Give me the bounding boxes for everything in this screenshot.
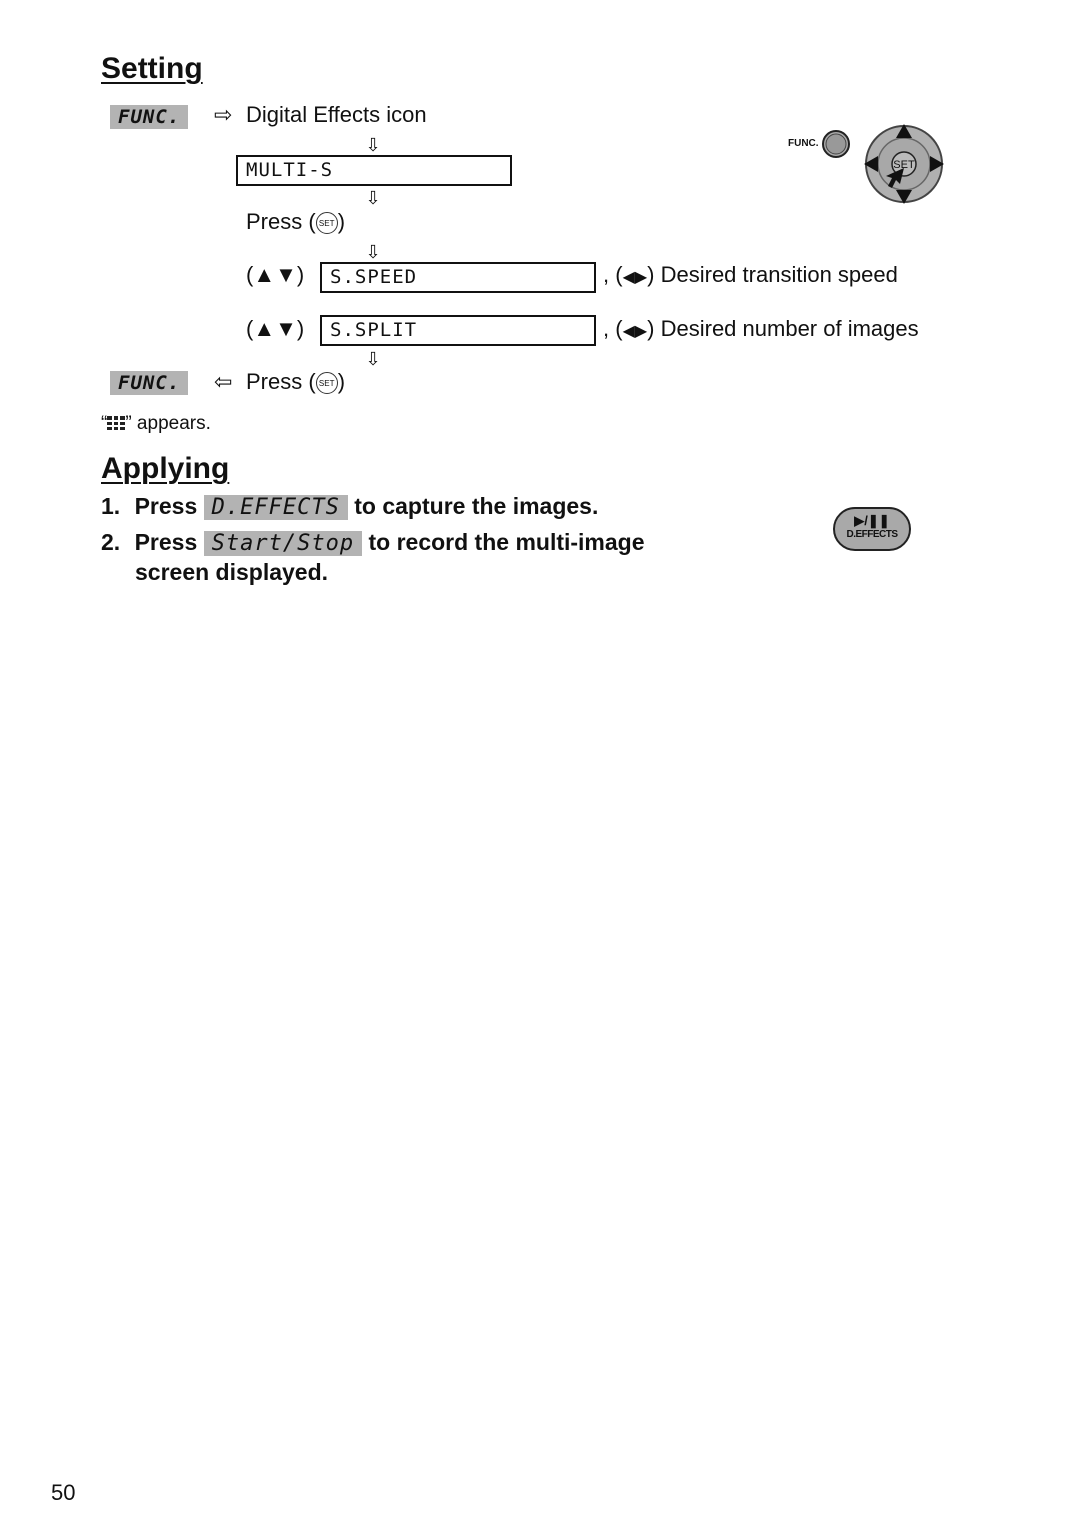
down-arrow-icon: ⇩ [365, 349, 381, 369]
menu-s-split: S.SPLIT [320, 315, 596, 346]
d-effects-key-badge: D.EFFECTS [203, 495, 348, 520]
func-button-label: FUNC. [788, 138, 819, 149]
right-arrow-icon: ⇨ [214, 102, 233, 127]
down-arrow-icon: ⇩ [365, 188, 381, 208]
speed-instruction: , (◀▶) Desired transition speed [603, 262, 898, 291]
appears-text: ” appears. [125, 413, 211, 434]
press-label: Press ( [246, 369, 316, 394]
set-button-icon: SET [315, 212, 338, 235]
joystick-icon: SET [864, 124, 944, 204]
comma-paren: , ( [603, 262, 623, 287]
func-key-badge: FUNC. [110, 105, 189, 129]
down-arrow-icon: ⇩ [365, 242, 381, 262]
appears-note: “” appears. [101, 413, 211, 435]
step-text: to record the multi-image [368, 529, 645, 555]
up-down-icon: (▲▼) [246, 316, 305, 341]
step-number: 2. [101, 529, 121, 555]
speed-desc: ) Desired transition speed [647, 262, 898, 287]
start-stop-key-badge: Start/Stop [203, 531, 363, 556]
page-number: 50 [51, 1480, 76, 1505]
step-press: Press [134, 529, 198, 555]
up-down-icon: (▲▼) [246, 262, 305, 287]
play-pause-icon: ▶/❚❚ [854, 513, 890, 528]
press-set-step: Press (SET) [246, 209, 345, 235]
d-effects-button-label: D.EFFECTS [846, 529, 898, 540]
func-button-icon [822, 130, 850, 158]
applying-heading: Applying [101, 452, 230, 485]
applying-step-2: 2. Press Start/Stop to record the multi-… [101, 527, 645, 559]
step-number: 1. [101, 493, 121, 519]
func-key-badge: FUNC. [110, 371, 189, 395]
left-right-icon: ◀▶ [622, 269, 648, 286]
press-label: Press ( [246, 209, 316, 234]
joystick-set-label: SET [893, 159, 915, 171]
multi-image-grid-icon [107, 416, 126, 430]
split-desc: ) Desired number of images [647, 316, 919, 341]
down-arrow-icon: ⇩ [365, 135, 381, 155]
left-arrow-icon: ⇦ [214, 369, 233, 394]
applying-step-1: 1. Press D.EFFECTS to capture the images… [101, 491, 598, 523]
split-instruction: , (◀▶) Desired number of images [603, 316, 919, 345]
applying-step-2-cont: screen displayed. [135, 559, 329, 585]
step-press: Press [134, 493, 198, 519]
setting-heading: Setting [101, 52, 203, 85]
press-close: ) [337, 369, 346, 394]
digital-effects-step-text: Digital Effects icon [246, 102, 427, 127]
step-text: to capture the images. [354, 493, 599, 519]
left-right-icon: ◀▶ [622, 323, 648, 340]
menu-s-speed: S.SPEED [320, 262, 596, 293]
d-effects-button-icon: ▶/❚❚ D.EFFECTS [833, 507, 911, 551]
press-close: ) [337, 209, 346, 234]
menu-multi-s: MULTI-S [236, 155, 512, 186]
comma-paren: , ( [603, 316, 623, 341]
set-button-icon: SET [315, 372, 338, 395]
press-set-step: Press (SET) [246, 369, 345, 395]
